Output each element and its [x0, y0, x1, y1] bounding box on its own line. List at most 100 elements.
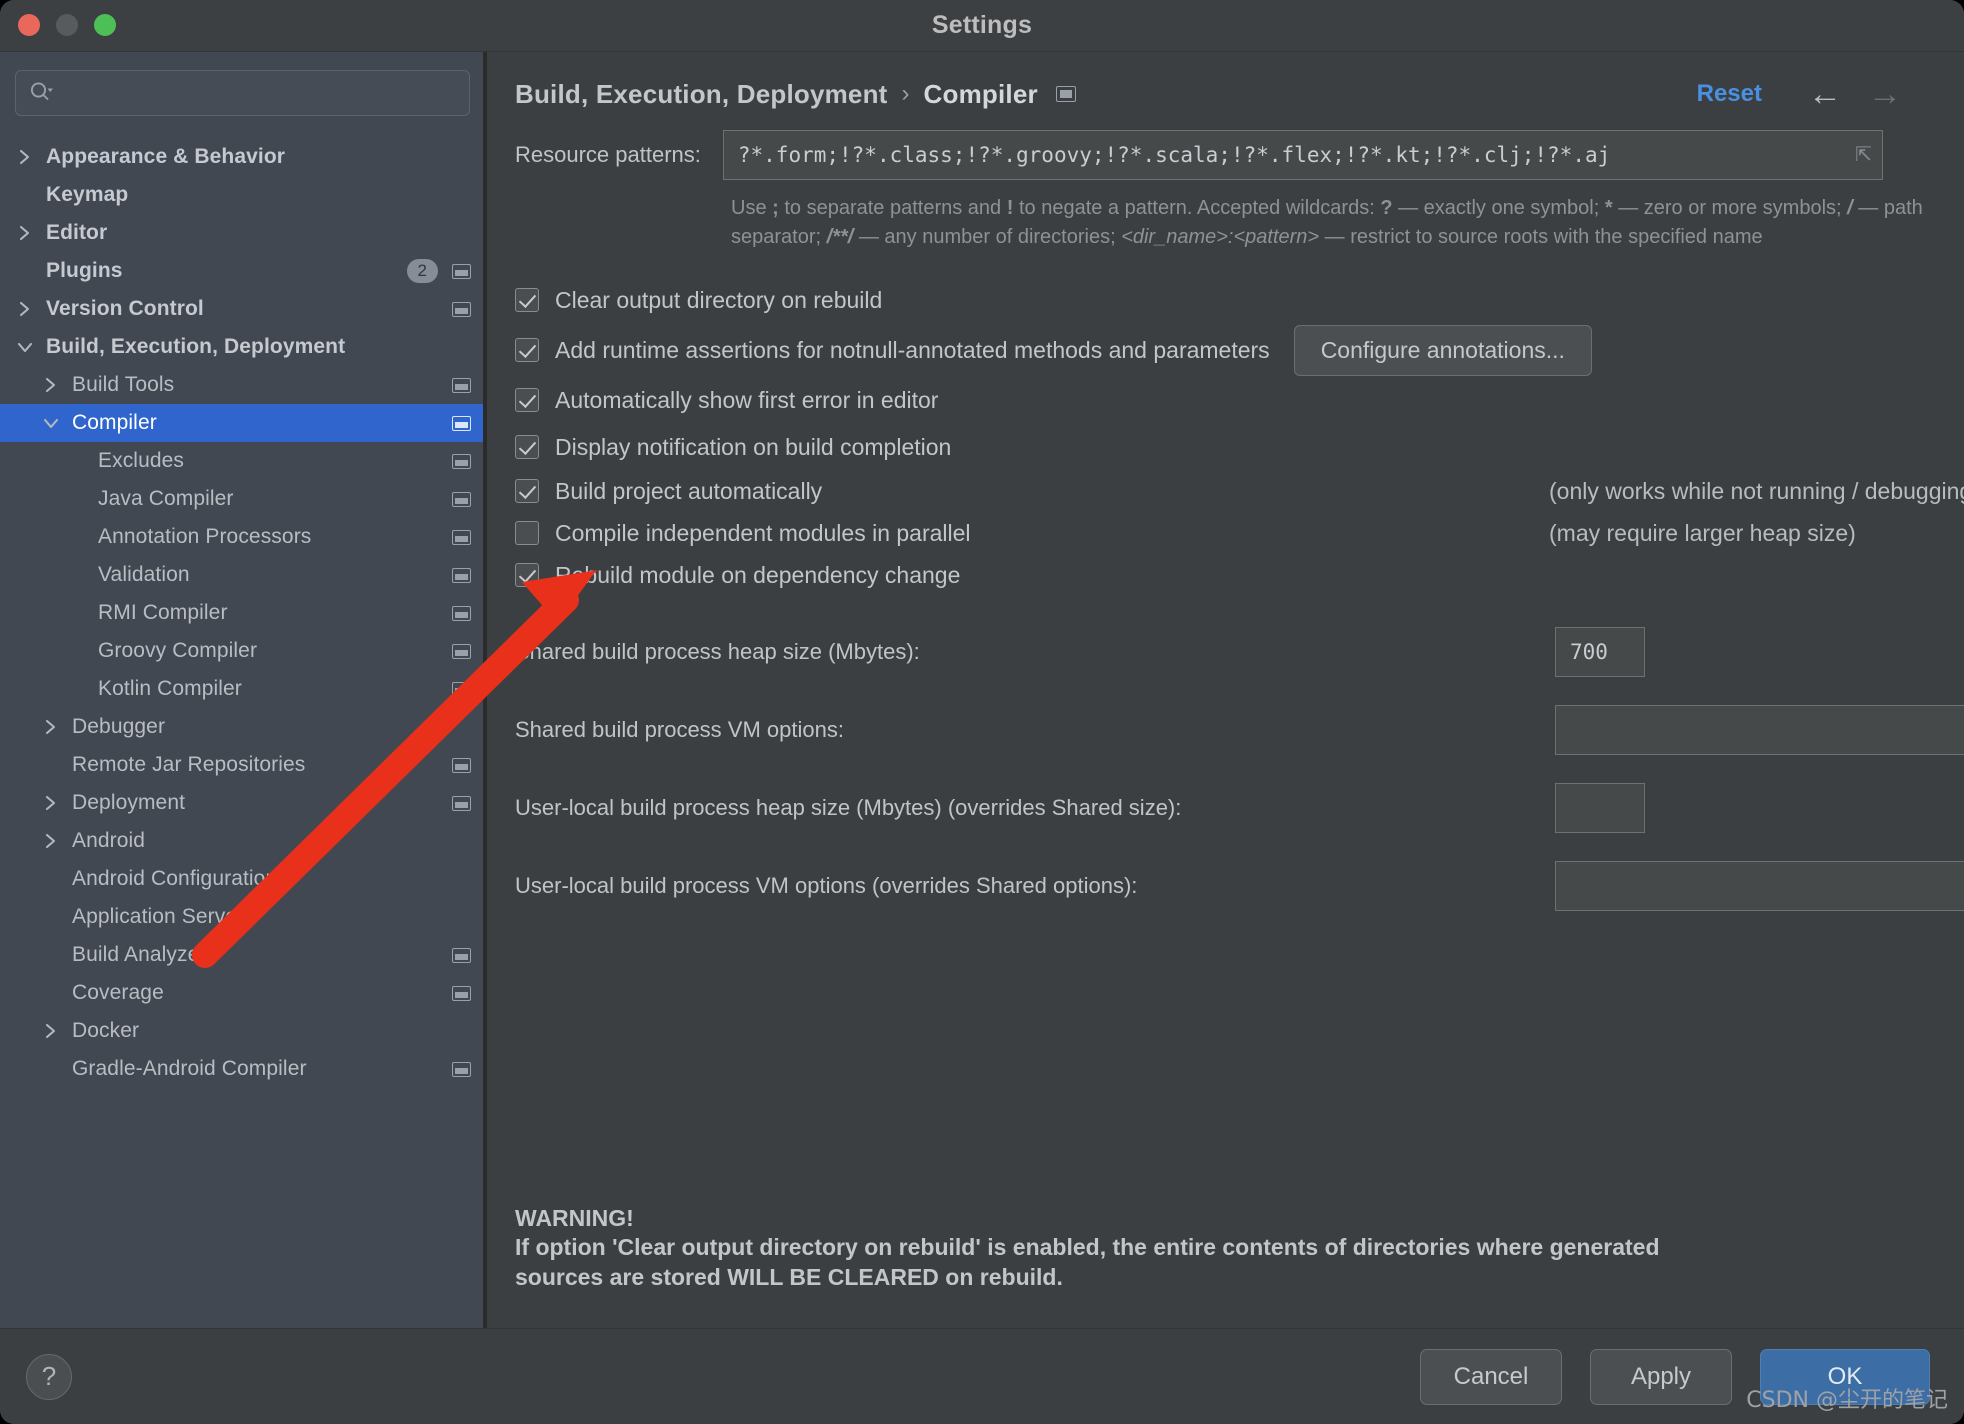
chevron-down-icon[interactable] [14, 340, 36, 354]
configure-annotations-button[interactable]: Configure annotations... [1293, 324, 1592, 376]
page-marker-icon [452, 567, 471, 583]
sidebar-item-build-tools[interactable]: Build Tools [0, 366, 485, 404]
compiler-settings-content: Resource patterns: ?*.form;!?*.class;!?*… [487, 124, 1964, 1328]
userlocal-heap-size-input[interactable] [1555, 783, 1645, 833]
hint-frag-7: — any number of directories; [853, 226, 1122, 248]
shared-heap-size-label: Shared build process heap size (Mbytes): [515, 639, 920, 664]
chevron-right-icon[interactable] [40, 376, 62, 394]
checkbox-clear-output[interactable]: Clear output directory on rebuild [515, 276, 1928, 324]
userlocal-vm-options-input[interactable]: ⇱ [1555, 861, 1964, 911]
sidebar-item-rmi-compiler[interactable]: RMI Compiler [0, 594, 485, 632]
chevron-right-icon[interactable] [14, 224, 36, 242]
page-marker-icon [452, 795, 471, 811]
sidebar-item-docker[interactable]: Docker [0, 1012, 485, 1050]
resource-patterns-input[interactable]: ?*.form;!?*.class;!?*.groovy;!?*.scala;!… [722, 130, 1883, 180]
page-marker-icon [452, 263, 471, 279]
breadcrumb-separator: › [901, 80, 910, 107]
settings-window: Settings Appearance & Behavior Keymap Edit [0, 0, 1964, 1424]
search-input[interactable] [54, 82, 457, 104]
sidebar-item-editor[interactable]: Editor [0, 214, 485, 252]
back-arrow-icon[interactable]: ← [1808, 77, 1842, 111]
page-marker-icon [1055, 86, 1076, 102]
settings-tree: Appearance & Behavior Keymap Editor Plugins… [0, 124, 485, 1328]
chevron-right-icon[interactable] [40, 1022, 62, 1040]
hint-semicolon: ; [772, 197, 779, 219]
checkbox-icon[interactable] [515, 388, 539, 412]
sidebar-item-label: Java Compiler [98, 487, 234, 510]
chevron-right-icon[interactable] [40, 832, 62, 850]
help-button[interactable]: ? [26, 1353, 72, 1400]
chevron-right-icon[interactable] [14, 148, 36, 166]
sidebar-item-compiler[interactable]: Compiler [0, 404, 485, 442]
sidebar-item-appearance-behavior[interactable]: Appearance & Behavior [0, 138, 485, 176]
checkbox-icon[interactable] [515, 288, 539, 312]
sidebar-item-deployment[interactable]: Deployment [0, 784, 485, 822]
sidebar-item-annotation-processors[interactable]: Annotation Processors [0, 518, 485, 556]
sidebar-item-coverage[interactable]: Coverage [0, 974, 485, 1012]
sidebar-item-label: Gradle-Android Compiler [72, 1057, 307, 1080]
sidebar-item-keymap[interactable]: Keymap [0, 176, 485, 214]
resource-patterns-value: ?*.form;!?*.class;!?*.groovy;!?*.scala;!… [737, 143, 1611, 167]
settings-main-panel: Build, Execution, Deployment › Compiler … [487, 52, 1964, 1328]
reset-button[interactable]: Reset [1697, 80, 1762, 108]
checkbox-compile-parallel[interactable]: Compile independent modules in parallel … [515, 512, 1928, 554]
watermark: CSDN @尘开的笔记 [1746, 1388, 1948, 1413]
sidebar-item-label: Excludes [98, 449, 185, 472]
sidebar-item-validation[interactable]: Validation [0, 556, 485, 594]
checkbox-icon[interactable] [515, 479, 539, 503]
checkbox-label: Rebuild module on dependency change [555, 561, 961, 588]
sidebar-item-application-servers[interactable]: Application Servers [0, 898, 485, 936]
hint-frag-8: — restrict to source roots with the spec… [1319, 226, 1763, 248]
page-marker-icon [452, 415, 471, 431]
sidebar-item-remote-jar-repositories[interactable]: Remote Jar Repositories [0, 746, 485, 784]
checkbox-icon[interactable] [515, 338, 539, 362]
sidebar-item-version-control[interactable]: Version Control [0, 290, 485, 328]
checkbox-icon[interactable] [515, 521, 539, 545]
sidebar-item-kotlin-compiler[interactable]: Kotlin Compiler [0, 670, 485, 708]
checkbox-icon[interactable] [515, 563, 539, 587]
sidebar-item-java-compiler[interactable]: Java Compiler [0, 480, 485, 518]
sidebar-item-groovy-compiler[interactable]: Groovy Compiler [0, 632, 485, 670]
shared-heap-size-input[interactable]: 700 [1555, 627, 1645, 677]
cancel-button[interactable]: Cancel [1420, 1348, 1562, 1405]
sidebar-item-label: Debugger [72, 715, 166, 738]
checkbox-icon[interactable] [515, 435, 539, 459]
sidebar-item-plugins[interactable]: Plugins 2 [0, 252, 485, 290]
sidebar-item-label: Plugins [46, 259, 123, 282]
note-compile-parallel: (may require larger heap size) [1549, 519, 1856, 546]
sidebar-item-label: Appearance & Behavior [46, 145, 286, 168]
search-box[interactable] [15, 70, 470, 116]
resource-patterns-hint: Use ; to separate patterns and ! to nega… [731, 194, 1931, 252]
sidebar-item-label: Version Control [46, 297, 204, 320]
sidebar-item-excludes[interactable]: Excludes [0, 442, 485, 480]
apply-button[interactable]: Apply [1590, 1348, 1732, 1405]
page-marker-icon [452, 453, 471, 469]
checkbox-label: Compile independent modules in parallel [555, 519, 971, 546]
hint-dblstar: /**/ [826, 226, 854, 248]
checkbox-display-notification[interactable]: Display notification on build completion [515, 424, 1928, 470]
chevron-down-icon[interactable] [40, 416, 62, 430]
breadcrumb-parent[interactable]: Build, Execution, Deployment [515, 79, 888, 110]
sidebar-item-label: Annotation Processors [98, 525, 312, 548]
checkbox-runtime-assertions[interactable]: Add runtime assertions for notnull-annot… [515, 324, 1928, 376]
forward-arrow-icon[interactable]: → [1868, 77, 1902, 111]
chevron-right-icon[interactable] [14, 300, 36, 318]
sidebar-item-build-analyzer[interactable]: Build Analyzer [0, 936, 485, 974]
sidebar-item-gradle-android-compiler[interactable]: Gradle-Android Compiler [0, 1050, 485, 1088]
checkbox-build-automatically[interactable]: Build project automatically (only works … [515, 470, 1964, 512]
sidebar-item-debugger[interactable]: Debugger [0, 708, 485, 746]
chevron-right-icon[interactable] [40, 794, 62, 812]
chevron-right-icon[interactable] [40, 718, 62, 736]
window-title: Settings [931, 11, 1033, 39]
checkbox-show-first-error[interactable]: Automatically show first error in editor [515, 376, 1928, 424]
sidebar-item-label: Editor [46, 221, 108, 244]
sidebar-item-android[interactable]: Android [0, 822, 485, 860]
expand-editor-icon[interactable]: ⇱ [1855, 145, 1872, 165]
checkbox-rebuild-on-dependency[interactable]: Rebuild module on dependency change [515, 554, 1928, 596]
sidebar-item-android-configurations[interactable]: Android Configurations [0, 860, 485, 898]
plugins-update-badge: 2 [406, 259, 438, 283]
sidebar-item-label: Keymap [46, 183, 129, 206]
sidebar-item-build-execution-deployment[interactable]: Build, Execution, Deployment [0, 328, 485, 366]
resource-patterns-row: Resource patterns: ?*.form;!?*.class;!?*… [515, 130, 1928, 180]
shared-vm-options-input[interactable]: ⇱ [1555, 705, 1964, 755]
